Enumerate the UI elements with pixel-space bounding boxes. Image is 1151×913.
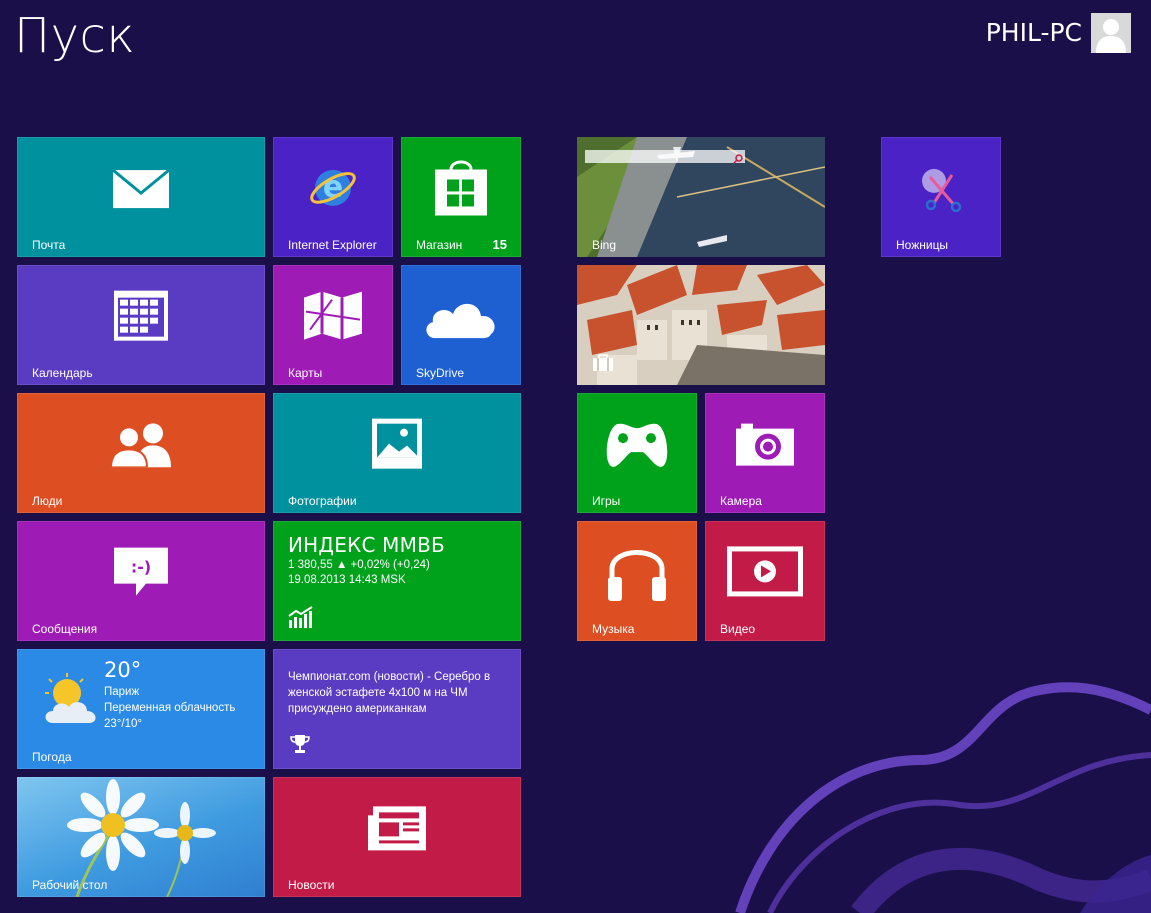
travel-city-image [577,265,825,385]
scissors-icon [916,163,966,218]
tile-games[interactable]: Игры [577,393,697,513]
finance-index-timestamp: 19.08.2013 14:43 MSK [288,574,406,586]
user-name: PHIL-PC [985,18,1082,47]
tile-travel[interactable] [577,265,825,385]
store-update-badge: 15 [492,237,507,252]
tile-camera-label: Камера [720,494,762,508]
tile-music-label: Музыка [592,622,635,636]
tile-calendar-label: Календарь [32,366,93,380]
search-icon [733,151,743,169]
tile-messages[interactable]: :-) Сообщения [17,521,265,641]
camera-icon [735,423,795,472]
tile-store-label: Магазин [416,238,463,252]
weather-range: 23°/10° [104,718,142,730]
finance-index-value: 1 380,55 ▲ +0,02% (+0,24) [288,559,430,571]
internet-explorer-icon: e [308,163,358,218]
tile-mail[interactable]: Почта [17,137,265,257]
tile-video[interactable]: Видео [705,521,825,641]
video-play-icon [725,544,805,603]
tile-finance[interactable]: ИНДЕКС ММВБ 1 380,55 ▲ +0,02% (+0,24) 19… [273,521,521,641]
chat-bubble-icon: :-) [112,546,170,603]
tile-photos[interactable]: Фотографии [273,393,521,513]
tile-people-label: Люди [32,494,63,508]
svg-text::-): :-) [131,558,151,577]
tile-music[interactable]: Музыка [577,521,697,641]
user-account[interactable]: PHIL-PC [986,12,1131,54]
mail-icon [112,168,170,214]
tile-bing[interactable]: Bing [577,137,825,257]
tile-maps[interactable]: Карты [273,265,393,385]
tile-sports[interactable]: Чемпионат.com (новости) - Серебро в женс… [273,649,521,769]
tile-news-label: Новости [288,878,335,892]
tile-snipping-tool[interactable]: Ножницы [881,137,1001,257]
tile-weather-label: Погода [32,750,72,764]
tile-video-label: Видео [720,622,756,636]
bing-search-box [585,150,745,163]
people-icon [109,421,173,472]
tile-camera[interactable]: Камера [705,393,825,513]
tile-store[interactable]: Магазин 15 [401,137,521,257]
tile-skydrive-label: SkyDrive [416,366,465,380]
cloud-icon [421,292,501,345]
tile-photos-label: Фотографии [288,494,357,508]
tile-messages-label: Сообщения [32,622,98,636]
tile-internet-explorer-label: Internet Explorer [288,238,377,252]
tile-games-label: Игры [592,494,621,508]
user-avatar-icon [1091,13,1131,53]
tile-maps-label: Карты [288,366,323,380]
tile-calendar[interactable]: Календарь [17,265,265,385]
tile-news[interactable]: Новости [273,777,521,897]
tile-internet-explorer[interactable]: e Internet Explorer [273,137,393,257]
tile-weather[interactable]: 20° Париж Переменная облачность 23°/10° … [17,649,265,769]
tile-bing-label: Bing [592,238,617,252]
suitcase-icon [592,354,614,377]
trophy-icon [290,734,310,759]
map-icon [302,290,364,347]
sports-headline: Чемпионат.com (новости) - Серебро в женс… [288,671,491,715]
weather-partly-cloudy-icon [41,673,101,730]
tile-skydrive[interactable]: SkyDrive [401,265,521,385]
newspaper-icon [367,805,427,856]
finance-index-title: ИНДЕКС ММВБ [288,533,445,557]
finance-chart-icon [288,606,314,633]
store-bag-icon [433,155,489,222]
start-screen-title: Пуск [14,8,136,64]
tile-mail-label: Почта [32,238,66,252]
gamepad-icon [603,420,671,473]
weather-condition: Переменная облачность [104,702,236,714]
weather-city: Париж [104,686,140,698]
tile-snipping-tool-label: Ножницы [896,238,949,252]
tile-people[interactable]: Люди [17,393,265,513]
tile-desktop-label: Рабочий стол [32,878,108,892]
photo-icon [371,418,423,475]
headphones-icon [606,537,668,608]
calendar-icon [113,290,169,347]
weather-temperature: 20° [104,658,142,682]
tile-desktop[interactable]: Рабочий стол [17,777,265,897]
